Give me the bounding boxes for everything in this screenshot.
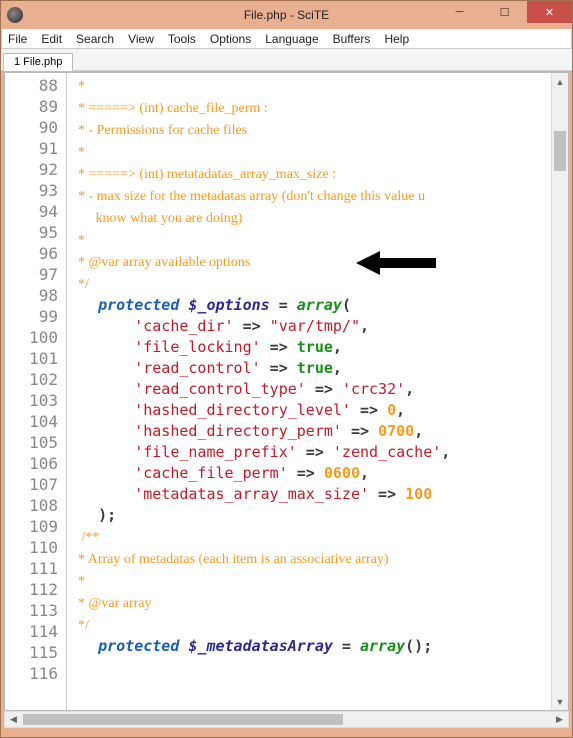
line-number: 88 [5,75,58,96]
titlebar[interactable]: File.php - SciTE ─ ☐ ✕ [1,1,572,29]
menu-options[interactable]: Options [210,32,251,46]
close-button[interactable]: ✕ [527,1,572,23]
line-number: 102 [5,369,58,390]
code-line[interactable]: protected $_options = array( [71,295,547,316]
code-line[interactable]: 'cache_dir' => "var/tmp/", [71,316,547,337]
editor: 8889909192939495969798991001011021031041… [4,72,569,711]
line-number: 95 [5,222,58,243]
line-number: 92 [5,159,58,180]
code-line[interactable]: * [71,141,547,163]
vertical-scrollbar[interactable]: ▲ ▼ [551,73,568,710]
code-line[interactable]: * [71,75,547,97]
line-number: 113 [5,600,58,621]
code-line[interactable]: /** [71,526,547,548]
code-area[interactable]: * * =====> (int) cache_file_perm : * - P… [67,73,551,710]
maximize-button[interactable]: ☐ [482,1,527,23]
line-number: 103 [5,390,58,411]
line-number: 105 [5,432,58,453]
line-gutter: 8889909192939495969798991001011021031041… [5,73,67,710]
code-line[interactable]: * @var array [71,592,547,614]
code-line[interactable]: ); [71,505,547,526]
scroll-down-icon[interactable]: ▼ [552,693,568,710]
scroll-up-icon[interactable]: ▲ [552,73,568,90]
code-line[interactable]: 'metadatas_array_max_size' => 100 [71,484,547,505]
code-line[interactable]: * Array of metadatas (each item is an as… [71,548,547,570]
line-number: 111 [5,558,58,579]
code-line[interactable]: * @var array available options [71,251,547,273]
code-line[interactable]: * - max size for the metadatas array (do… [71,185,547,207]
window-title: File.php - SciTE [244,8,329,22]
line-number: 108 [5,495,58,516]
code-line[interactable]: 'hashed_directory_level' => 0, [71,400,547,421]
menu-search[interactable]: Search [76,32,114,46]
app-icon [7,7,23,23]
line-number: 106 [5,453,58,474]
code-line[interactable]: * [71,570,547,592]
code-line[interactable]: */ [71,614,547,636]
code-line[interactable]: * =====> (int) cache_file_perm : [71,97,547,119]
line-number: 112 [5,579,58,600]
code-line[interactable]: * =====> (int) metatadatas_array_max_siz… [71,163,547,185]
tabbar: 1 File.php [1,49,572,71]
line-number: 96 [5,243,58,264]
line-number: 116 [5,663,58,684]
menu-view[interactable]: View [128,32,154,46]
line-number: 90 [5,117,58,138]
code-line[interactable]: */ [71,273,547,295]
code-line[interactable]: 'read_control' => true, [71,358,547,379]
window-controls: ─ ☐ ✕ [437,1,572,23]
code-line[interactable]: 'file_name_prefix' => 'zend_cache', [71,442,547,463]
scroll-thumb-h[interactable] [23,714,343,725]
line-number: 99 [5,306,58,327]
menu-edit[interactable]: Edit [41,32,62,46]
line-number: 110 [5,537,58,558]
code-line[interactable]: * [71,229,547,251]
code-line[interactable]: 'hashed_directory_perm' => 0700, [71,421,547,442]
menu-language[interactable]: Language [265,32,318,46]
code-line[interactable]: 'file_locking' => true, [71,337,547,358]
line-number: 93 [5,180,58,201]
line-number: 98 [5,285,58,306]
menu-buffers[interactable]: Buffers [333,32,371,46]
code-line[interactable]: * - Permissions for cache files [71,119,547,141]
line-number: 97 [5,264,58,285]
line-number: 104 [5,411,58,432]
menu-file[interactable]: File [8,32,27,46]
line-number: 107 [5,474,58,495]
code-line[interactable]: 'read_control_type' => 'crc32', [71,379,547,400]
tab-file[interactable]: 1 File.php [3,53,73,71]
statusbar [1,729,572,737]
code-line[interactable]: 'cache_file_perm' => 0600, [71,463,547,484]
line-number: 109 [5,516,58,537]
menu-help[interactable]: Help [384,32,409,46]
scroll-right-icon[interactable]: ▶ [551,712,568,727]
menubar: File Edit Search View Tools Options Lang… [1,29,572,49]
line-number: 115 [5,642,58,663]
code-line[interactable]: know what you are doing) [71,207,547,229]
line-number: 89 [5,96,58,117]
minimize-button[interactable]: ─ [437,1,482,23]
code-line[interactable]: protected $_metadatasArray = array(); [71,636,547,657]
scroll-left-icon[interactable]: ◀ [5,712,22,727]
line-number: 100 [5,327,58,348]
line-number: 91 [5,138,58,159]
line-number: 94 [5,201,58,222]
menu-tools[interactable]: Tools [168,32,196,46]
horizontal-scrollbar[interactable]: ◀ ▶ [4,711,569,728]
line-number: 101 [5,348,58,369]
scroll-thumb-v[interactable] [554,131,566,171]
line-number: 114 [5,621,58,642]
